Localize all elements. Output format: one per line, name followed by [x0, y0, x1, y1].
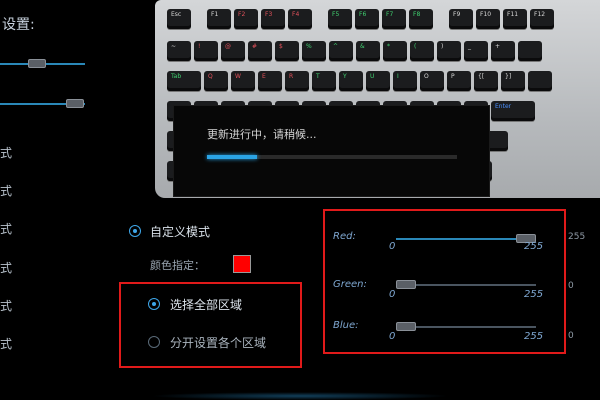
keyboard-key: F4 [288, 9, 312, 29]
keyboard-key: ! [194, 41, 218, 61]
keyboard-key: }] [501, 71, 525, 91]
settings-title: 设置: [2, 17, 35, 33]
mode-item[interactable]: 式 [0, 144, 12, 161]
mode-item[interactable]: 式 [0, 259, 12, 276]
keyboard-key: ~ [167, 41, 191, 61]
zone-selection-highlight [119, 282, 302, 368]
green-value: 0 [568, 281, 574, 291]
keyboard-key [528, 71, 552, 91]
all-zones-label[interactable]: 选择全部区域 [170, 296, 242, 313]
blue-slider[interactable] [396, 322, 536, 331]
slider-handle[interactable] [66, 99, 84, 108]
blue-min: 0 [389, 331, 396, 342]
keyboard-key: Tab [167, 71, 201, 91]
keyboard-key: F5 [328, 9, 352, 29]
update-status-text: 更新进行中，请稍候... [207, 128, 317, 141]
custom-mode-radio[interactable] [129, 225, 141, 237]
blue-slider-handle[interactable] [396, 322, 416, 331]
keyboard-key [518, 41, 542, 61]
custom-mode-label[interactable]: 自定义模式 [150, 223, 210, 240]
keyboard-key: I [393, 71, 417, 91]
keyboard-key: ) [437, 41, 461, 61]
red-label: Red: [333, 231, 356, 242]
green-min: 0 [389, 289, 396, 300]
progress-fill [207, 155, 257, 159]
green-slider-handle[interactable] [396, 280, 416, 289]
color-swatch[interactable] [233, 255, 251, 273]
red-max: 255 [524, 241, 544, 252]
keyboard-key: ( [410, 41, 434, 61]
blue-label: Blue: [333, 320, 359, 331]
keyboard-key: F3 [261, 9, 285, 29]
keyboard-key: Enter [491, 101, 535, 121]
keyboard-key: F8 [409, 9, 433, 29]
keyboard-key: % [302, 41, 326, 61]
keyboard-key: P [447, 71, 471, 91]
keyboard-key: Y [339, 71, 363, 91]
keyboard-key: F1 [207, 9, 231, 29]
all-zones-radio[interactable] [148, 298, 160, 310]
keyboard-key: F9 [449, 9, 473, 29]
keyboard-key: F11 [503, 9, 527, 29]
keyboard-key: F2 [234, 9, 258, 29]
red-min: 0 [389, 241, 396, 252]
red-slider[interactable] [396, 234, 536, 243]
blue-max: 255 [524, 331, 544, 342]
color-assign-label: 颜色指定： [150, 259, 205, 272]
keyboard-key: * [383, 41, 407, 61]
keyboard-key: F12 [530, 9, 554, 29]
mode-item[interactable]: 式 [0, 220, 12, 237]
keyboard-key: & [356, 41, 380, 61]
keyboard-key: O [420, 71, 444, 91]
keyboard-key: U [366, 71, 390, 91]
keyboard-key: _ [464, 41, 488, 61]
keyboard-key: # [248, 41, 272, 61]
keyboard-key: + [491, 41, 515, 61]
mode-item[interactable]: 式 [0, 335, 12, 352]
update-dialog: 更新进行中，请稍候... [173, 105, 490, 197]
keyboard-key: R [285, 71, 309, 91]
keyboard-key: $ [275, 41, 299, 61]
keyboard-key: ^ [329, 41, 353, 61]
separate-zones-label[interactable]: 分开设置各个区域 [170, 334, 266, 351]
slider-handle[interactable] [28, 59, 46, 68]
keyboard-key: W [231, 71, 255, 91]
keyboard-key: {[ [474, 71, 498, 91]
update-progress-bar [207, 155, 457, 159]
mode-item[interactable]: 式 [0, 182, 12, 199]
mode-item[interactable]: 式 [0, 297, 12, 314]
keyboard-key: @ [221, 41, 245, 61]
bottom-glow-divider [150, 392, 450, 400]
blue-value: 0 [568, 331, 574, 341]
green-max: 255 [524, 289, 544, 300]
keyboard-key: T [312, 71, 336, 91]
keyboard-key: E [258, 71, 282, 91]
green-label: Green: [333, 279, 367, 290]
keyboard-key: F6 [355, 9, 379, 29]
keyboard-key: F10 [476, 9, 500, 29]
setting-slider-2[interactable] [0, 99, 85, 108]
keyboard-key: F7 [382, 9, 406, 29]
red-value: 255 [568, 232, 586, 242]
keyboard-key: Esc [167, 9, 191, 29]
keyboard-key: Q [204, 71, 228, 91]
green-slider[interactable] [396, 280, 536, 289]
separate-zones-radio[interactable] [148, 336, 160, 348]
red-slider-fill [396, 238, 526, 240]
setting-slider-1[interactable] [0, 59, 85, 68]
